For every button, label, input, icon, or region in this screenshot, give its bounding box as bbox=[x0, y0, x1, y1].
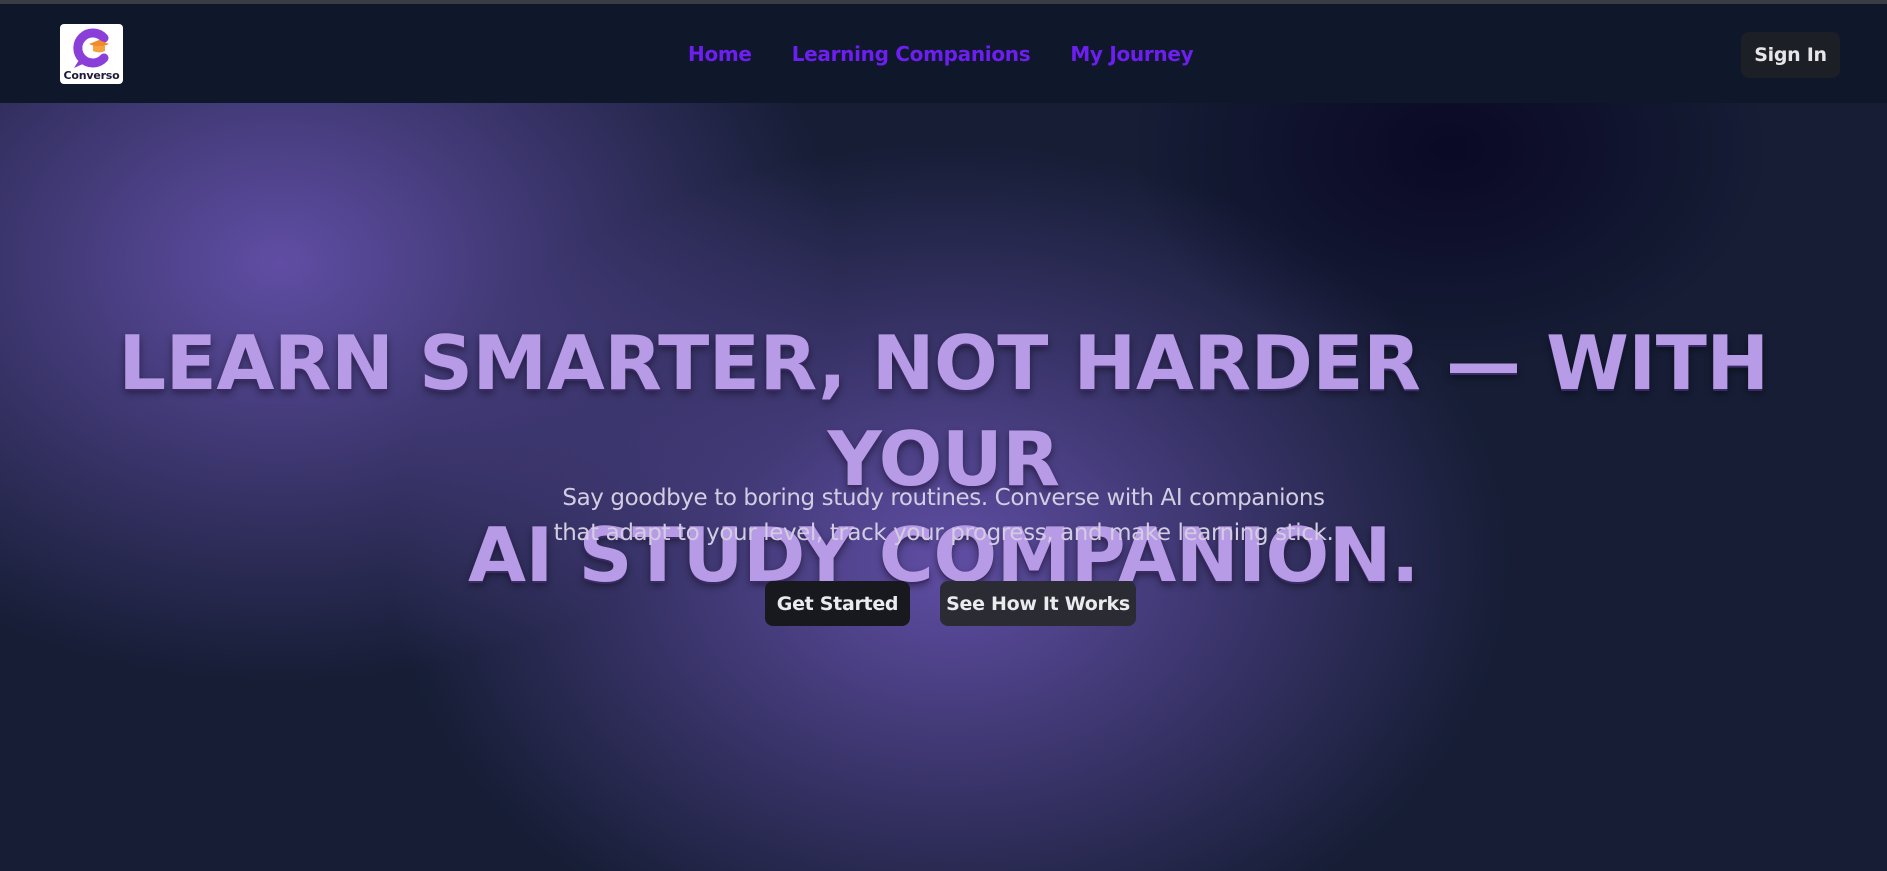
hero-subtitle-line-2: that adapt to your level, track your pro… bbox=[553, 520, 1334, 546]
hero-headline: LEARN SMARTER, NOT HARDER — WITH YOUR AI… bbox=[0, 315, 1887, 603]
logo[interactable]: Converso bbox=[60, 24, 123, 84]
get-started-button[interactable]: Get Started bbox=[765, 581, 910, 626]
hero-subtitle-line-1: Say goodbye to boring study routines. Co… bbox=[562, 485, 1325, 511]
nav-link-learning-companions[interactable]: Learning Companions bbox=[792, 42, 1031, 66]
nav-link-home[interactable]: Home bbox=[688, 42, 752, 66]
see-how-it-works-button[interactable]: See How It Works bbox=[940, 581, 1136, 626]
hero-subtitle: Say goodbye to boring study routines. Co… bbox=[0, 481, 1887, 551]
navbar: Converso Home Learning Companions My Jou… bbox=[0, 4, 1887, 103]
page: Converso Home Learning Companions My Jou… bbox=[0, 0, 1887, 871]
nav-link-my-journey[interactable]: My Journey bbox=[1070, 42, 1193, 66]
logo-text: Converso bbox=[63, 69, 120, 82]
main-nav: Home Learning Companions My Journey bbox=[688, 42, 1194, 66]
hero-headline-line-1: LEARN SMARTER, NOT HARDER — WITH YOUR bbox=[118, 319, 1769, 504]
logo-chat-icon bbox=[73, 28, 109, 68]
sign-in-button[interactable]: Sign In bbox=[1741, 32, 1840, 78]
